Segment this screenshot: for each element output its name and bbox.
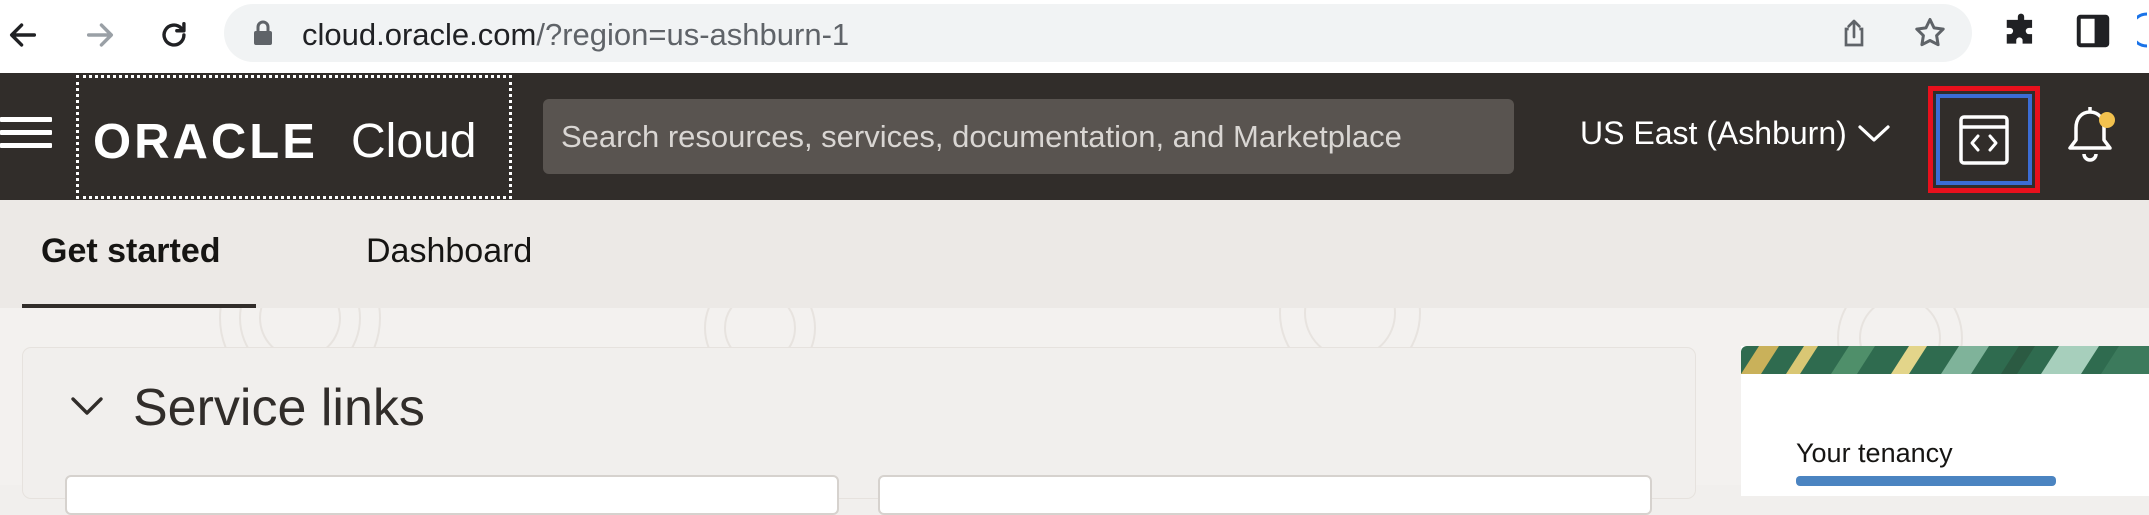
address-bar[interactable]: cloud.oracle.com/?region=us-ashburn-1 <box>224 4 1972 62</box>
reload-button[interactable] <box>151 12 197 58</box>
service-link-tile[interactable] <box>878 475 1652 515</box>
tab-dashboard[interactable]: Dashboard <box>366 232 532 271</box>
service-links-title: Service links <box>133 379 425 437</box>
star-icon[interactable] <box>1912 15 1948 51</box>
puzzle-icon[interactable] <box>2002 12 2040 50</box>
chevron-down-icon[interactable] <box>69 393 105 419</box>
tab-get-started[interactable]: Get started <box>41 232 221 271</box>
search-field[interactable] <box>543 99 1514 174</box>
code-console-icon <box>1959 115 2009 165</box>
forward-arrow-icon <box>86 23 114 47</box>
forward-button[interactable] <box>77 12 123 58</box>
region-label: US East (Ashburn) <box>1580 115 1847 151</box>
search-input[interactable] <box>543 99 1514 174</box>
chevron-down-icon <box>1858 124 1890 142</box>
cloud-shell-button[interactable] <box>1928 86 2040 193</box>
back-arrow-icon <box>9 23 37 47</box>
sidepanel-icon[interactable] <box>2074 12 2112 50</box>
share-icon[interactable] <box>1838 17 1870 49</box>
console-tabs: Get started Dashboard <box>0 200 2149 308</box>
menu-icon[interactable] <box>0 117 52 157</box>
oracle-cloud-logo[interactable]: ORACLE Cloud <box>76 75 512 199</box>
logo-cloud-text: Cloud <box>351 115 477 168</box>
url-text: cloud.oracle.com/?region=us-ashburn-1 <box>302 17 849 53</box>
url-host: cloud.oracle.com <box>302 17 537 52</box>
browser-toolbar: cloud.oracle.com/?region=us-ashburn-1 <box>0 0 2149 73</box>
lock-icon <box>254 20 272 45</box>
tenancy-panel: Your tenancy <box>1741 346 2149 496</box>
logo-oracle-text: ORACLE <box>93 115 318 169</box>
reload-icon <box>162 21 186 47</box>
tenancy-label: Your tenancy <box>1796 438 1953 468</box>
region-selector[interactable]: US East (Ashburn) <box>1580 115 1891 152</box>
notification-bell-icon[interactable] <box>2063 106 2117 166</box>
console-header: ORACLE Cloud US East (Ashburn) <box>0 73 2149 200</box>
service-links-card: Service links <box>23 348 1695 515</box>
profile-edge-icon <box>2137 12 2148 48</box>
url-path: /?region=us-ashburn-1 <box>536 17 850 52</box>
tenancy-banner-graphic <box>1741 346 2149 374</box>
cloud-shell-focus-ring <box>1936 94 2032 185</box>
back-button[interactable] <box>0 12 46 58</box>
service-link-tile[interactable] <box>65 475 839 515</box>
